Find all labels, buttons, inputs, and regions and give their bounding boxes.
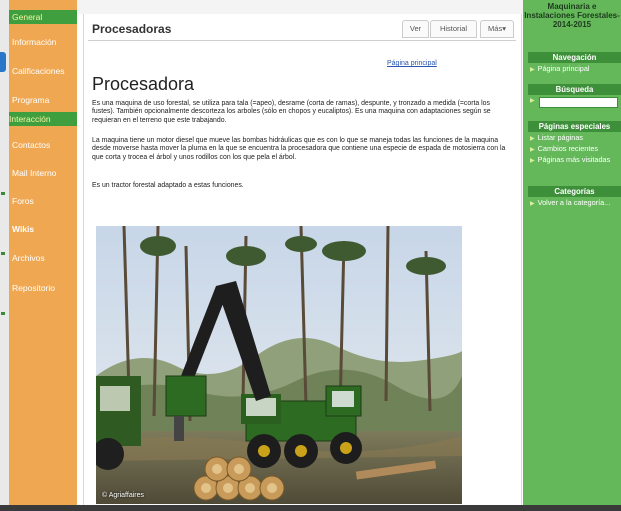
window-bottom-bar <box>0 505 621 511</box>
site-sidebar: Maquinaria e Instalaciones Forestales-20… <box>523 0 621 511</box>
sidebar-link-listar-paginas[interactable]: ▶ Listar páginas <box>530 134 620 143</box>
article-paragraph: Es un tractor forestal adaptado a estas … <box>92 182 244 189</box>
tab-mas[interactable]: Más▾ <box>480 20 514 38</box>
photo-illustration <box>96 226 462 504</box>
sidebar-heading-paginas-especiales: Páginas especiales <box>528 121 621 132</box>
sidebar-heading-categorias: Categorías <box>528 186 621 197</box>
edge-mark <box>1 312 5 315</box>
article-title: Procesadora <box>92 74 195 94</box>
edge-mark <box>1 192 5 195</box>
article-paragraph: La maquina tiene un motor diesel que mue… <box>92 137 506 161</box>
processor-machine-photo: © Agriaffaires <box>96 226 462 504</box>
nav-item-foros[interactable]: Foros <box>9 196 77 206</box>
edge-tab-marker <box>0 52 6 72</box>
wiki-content-panel: Procesadoras Ver Historial Más▾ Página p… <box>83 14 522 511</box>
photo-credit: © Agriaffaires <box>102 492 144 499</box>
nav-section-interaccion[interactable]: Interacción <box>9 112 77 126</box>
site-title: Maquinaria e Instalaciones Forestales-20… <box>524 2 620 29</box>
arrow-icon: ▶ <box>530 147 535 153</box>
page-header-title: Procesadoras <box>92 22 172 36</box>
main-top-band <box>77 0 527 14</box>
sidebar-link-label: Páginas más visitadas <box>537 155 611 164</box>
header-divider <box>88 40 516 41</box>
sidebar-link-paginas-mas-visitadas[interactable]: ▶ Páginas más visitadas <box>530 156 619 165</box>
nav-item-archivos[interactable]: Archivos <box>9 253 77 263</box>
arrow-icon: ▶ <box>530 158 535 164</box>
article-paragraph: Es una maquina de uso forestal, se utili… <box>92 100 491 124</box>
sidebar-heading-navegacion: Navegación <box>528 52 621 63</box>
window-edge-strip <box>0 0 9 511</box>
course-nav-sidebar: General Información Calificaciones Progr… <box>9 0 77 511</box>
arrow-icon: ▶ <box>530 67 535 73</box>
sidebar-link-pagina-principal[interactable]: ▶ Página principal <box>530 65 620 74</box>
sidebar-link-cambios-recientes[interactable]: ▶ Cambios recientes <box>530 145 620 154</box>
main-page-link[interactable]: Página principal <box>387 60 437 67</box>
sidebar-link-label: Listar páginas <box>537 133 584 142</box>
edge-mark <box>1 252 5 255</box>
nav-item-repositorio[interactable]: Repositorio <box>9 283 77 293</box>
sidebar-heading-busqueda: Búsqueda <box>528 84 621 95</box>
nav-item-contactos[interactable]: Contactos <box>9 140 77 150</box>
nav-item-wikis[interactable]: Wikis <box>9 224 77 234</box>
nav-section-general[interactable]: General <box>9 10 77 24</box>
sidebar-link-volver-categoria[interactable]: ▶ Volver a la categoría... <box>530 199 619 208</box>
nav-item-calificaciones[interactable]: Calificaciones <box>9 66 77 76</box>
nav-item-informacion[interactable]: Información <box>9 37 77 47</box>
nav-item-mail-interno[interactable]: Mail Interno <box>9 168 77 178</box>
arrow-icon: ▶ <box>530 136 535 142</box>
sidebar-link-label: Volver a la categoría... <box>537 198 611 207</box>
tab-ver[interactable]: Ver <box>402 20 429 38</box>
arrow-icon: ▶ <box>530 201 535 207</box>
sidebar-link-label: Cambios recientes <box>537 144 599 153</box>
nav-item-programa[interactable]: Programa <box>9 95 77 105</box>
tab-historial[interactable]: Historial <box>430 20 477 38</box>
sidebar-link-label: Página principal <box>537 64 590 73</box>
search-input[interactable] <box>539 97 618 108</box>
search-go-icon[interactable]: ▶ <box>530 97 535 104</box>
